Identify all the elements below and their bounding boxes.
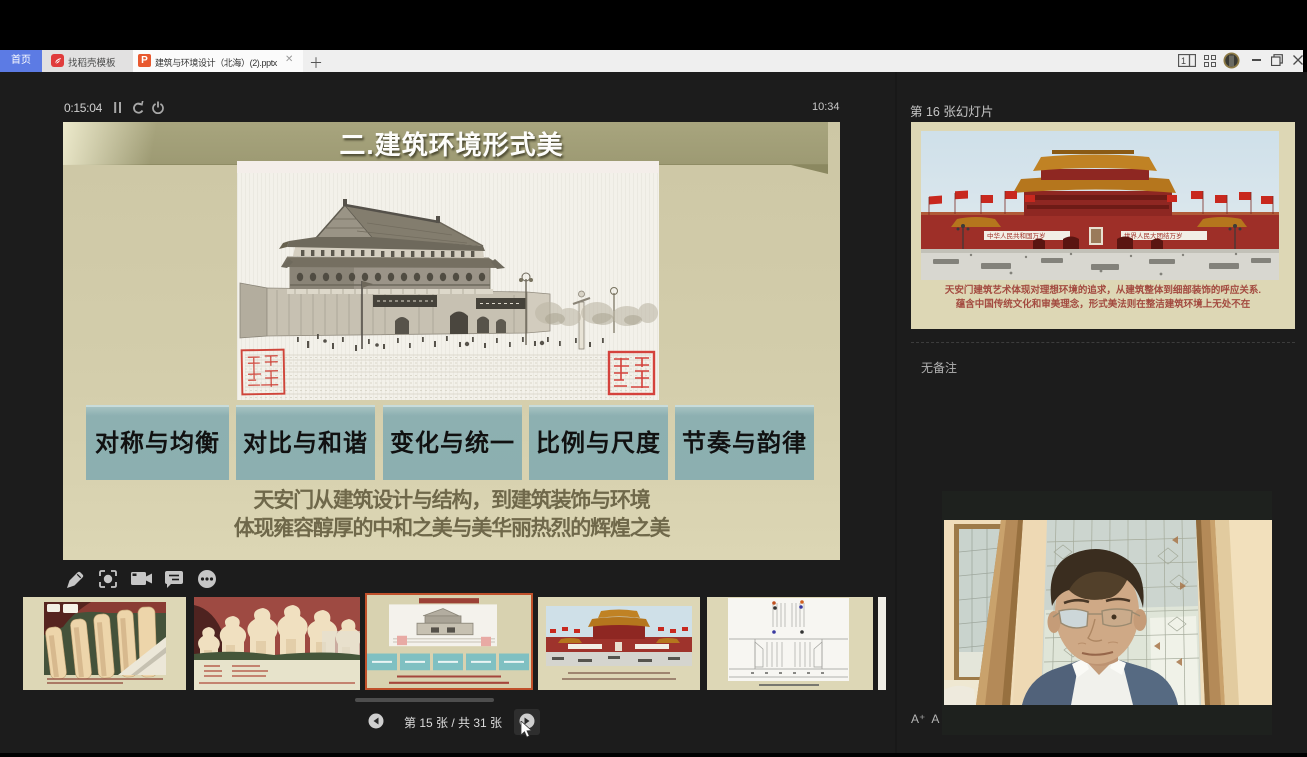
svg-text:中华人民共和国万岁: 中华人民共和国万岁	[987, 231, 1046, 240]
svg-text:世界人民大团结万岁: 世界人民大团结万岁	[1124, 231, 1183, 240]
svg-text:1: 1	[1181, 56, 1186, 66]
